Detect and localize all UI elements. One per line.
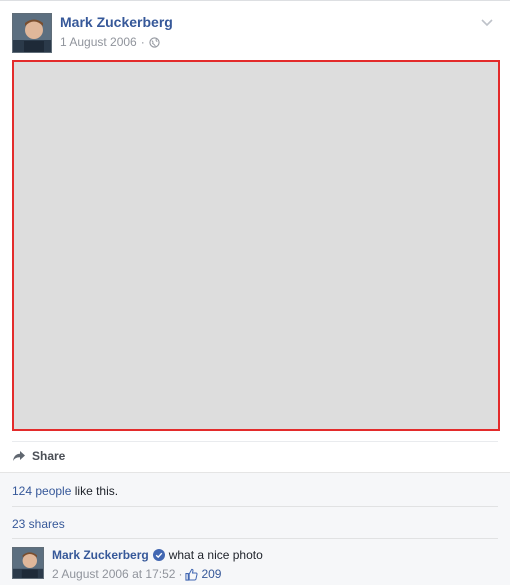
post-card: Mark Zuckerberg 1 August 2006 · Share 12… — [0, 0, 510, 585]
comment-author[interactable]: Mark Zuckerberg — [52, 548, 149, 562]
likes-sentence: 124 people like this. — [12, 484, 498, 498]
post-date[interactable]: 1 August 2006 — [60, 35, 137, 49]
verified-badge-icon — [152, 549, 165, 561]
post-photo[interactable] — [12, 60, 500, 431]
comment-body: Mark Zuckerberg what a nice photo — [52, 548, 263, 562]
share-button[interactable]: Share — [12, 449, 65, 463]
post-header: Mark Zuckerberg 1 August 2006 · — [12, 13, 498, 53]
comment-like-count[interactable]: 209 — [201, 567, 221, 581]
comment-meta: 2 August 2006 at 17:52 · 209 — [52, 567, 221, 581]
likes-suffix: like this. — [74, 484, 119, 498]
shares-link[interactable]: 23 shares — [12, 517, 498, 531]
ufi-panel: 124 people like this. 23 shares Mark Zuc… — [0, 472, 510, 585]
divider — [12, 441, 498, 442]
divider — [12, 538, 498, 539]
likes-link[interactable]: 124 people — [12, 484, 71, 498]
share-icon — [13, 451, 25, 461]
divider — [12, 506, 498, 507]
comment-item: Mark Zuckerberg what a nice photo 2 Augu… — [12, 547, 498, 583]
author-avatar[interactable] — [12, 13, 52, 53]
comment-text: what a nice photo — [168, 548, 263, 562]
comment-timestamp[interactable]: 2 August 2006 at 17:52 — [52, 567, 175, 581]
chevron-down-icon[interactable] — [480, 15, 494, 29]
thumbs-up-icon[interactable] — [185, 568, 198, 581]
commenter-avatar[interactable] — [12, 547, 44, 579]
share-label: Share — [32, 449, 66, 463]
globe-icon[interactable] — [149, 36, 160, 48]
meta-separator: · — [140, 35, 145, 49]
post-author[interactable]: Mark Zuckerberg — [60, 14, 173, 30]
comment-meta-separator: · — [178, 567, 183, 581]
post-meta: 1 August 2006 · — [60, 35, 160, 49]
